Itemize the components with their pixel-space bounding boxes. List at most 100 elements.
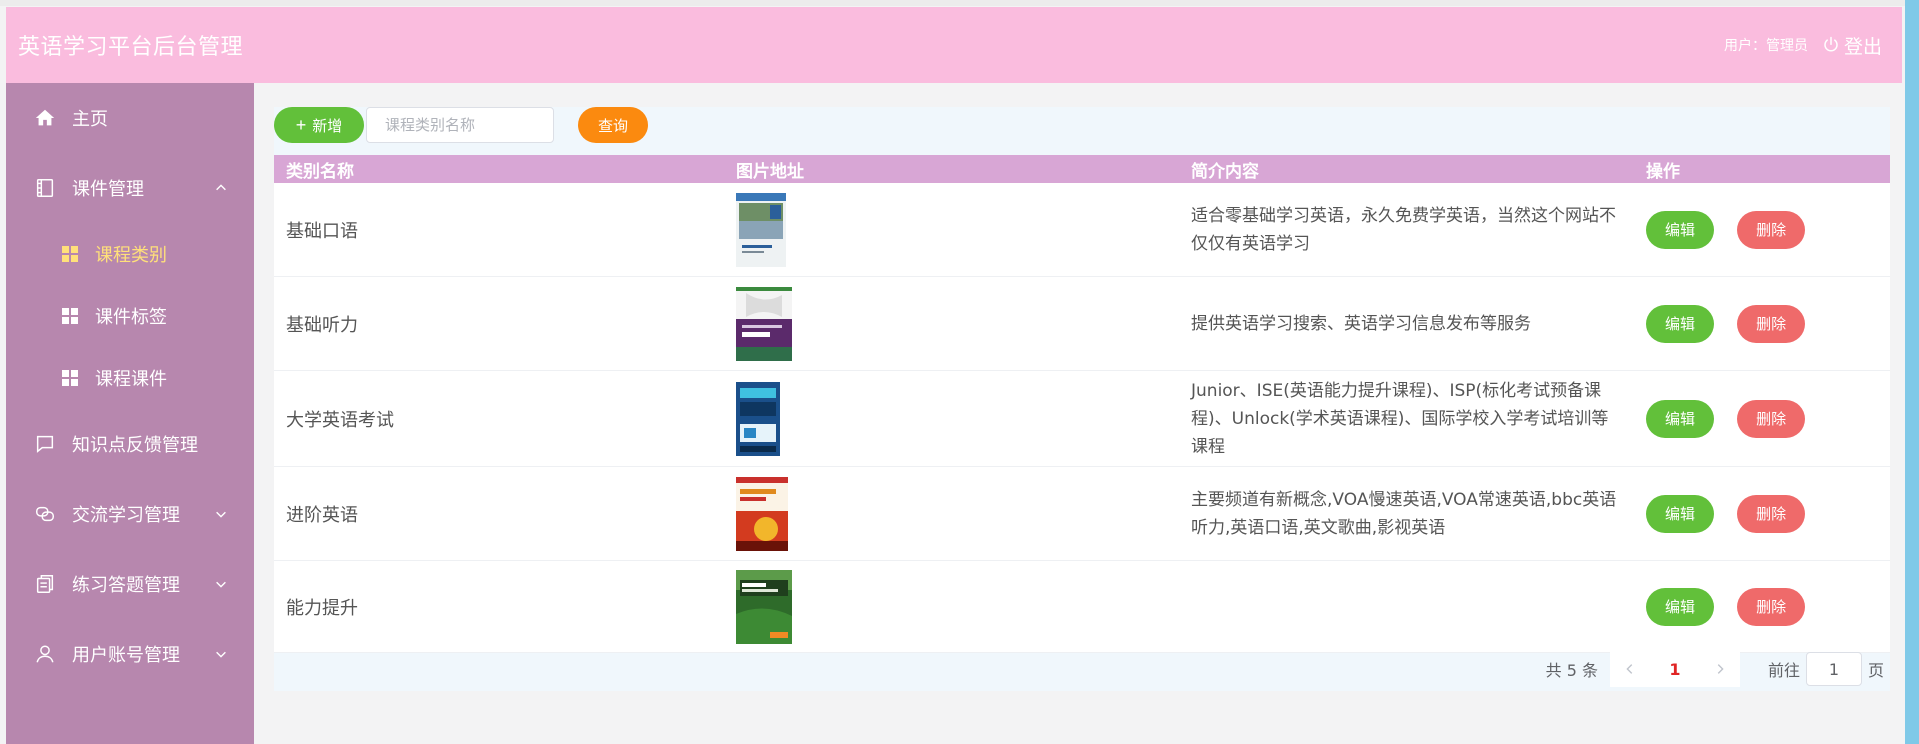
sidebar-item-label: 知识点反馈管理 [72, 435, 198, 456]
chevron-down-icon [214, 507, 228, 521]
category-table: 类别名称 图片地址 简介内容 操作 基础口语 适合零基础学习英语，永久免费学英语… [274, 155, 1890, 653]
category-image-cell [728, 476, 1183, 551]
category-image-cell [728, 569, 1183, 644]
page-jump-input[interactable] [1805, 652, 1862, 686]
delete-button[interactable]: 删除 [1737, 494, 1806, 533]
sidebar-item-course-category[interactable]: 课程类别 [6, 223, 254, 285]
right-edge-bar [1905, 0, 1919, 744]
table-row: 大学英语考试 Junior、ISE(英语能力提升课程)、ISP(标化考试预备课程… [274, 371, 1890, 467]
row-actions: 编辑 删除 [1638, 304, 1890, 343]
power-icon [1824, 36, 1838, 52]
book-cover-thumbnail [736, 286, 792, 361]
category-description: Junior、ISE(英语能力提升课程)、ISP(标化考试预备课程)、Unloc… [1191, 380, 1609, 457]
sidebar-item-users[interactable]: 用户账号管理 [6, 619, 254, 689]
edit-button[interactable]: 编辑 [1646, 210, 1714, 249]
sidebar-item-label: 交流学习管理 [72, 505, 180, 526]
delete-button[interactable]: 删除 [1737, 587, 1806, 626]
home-icon [34, 107, 56, 129]
add-button-label: 新增 [312, 117, 343, 135]
window-top-strip [0, 0, 1919, 6]
plus-icon: + [295, 115, 307, 135]
pagination-total: 共 5 条 [1545, 661, 1598, 680]
current-user-label: 用户：管理员 [1723, 38, 1808, 54]
category-description: 提供英语学习搜索、英语学习信息发布等服务 [1191, 313, 1531, 334]
exchange-icon [34, 503, 56, 525]
book-cover-thumbnail [736, 476, 788, 551]
sidebar-item-courseware-tags[interactable]: 课件标签 [6, 285, 254, 347]
category-name: 能力提升 [286, 597, 358, 619]
row-actions: 编辑 删除 [1638, 399, 1890, 438]
table-header: 类别名称 图片地址 简介内容 操作 [274, 155, 1890, 183]
category-image-cell [728, 192, 1183, 267]
grid-icon [61, 369, 79, 387]
chevron-right-icon [1717, 664, 1724, 674]
table-row: 基础口语 适合零基础学习英语，永久免费学英语，当然这个网站不仅仅有英语学习 编辑… [274, 183, 1890, 277]
sidebar-item-label: 主页 [72, 109, 108, 130]
sidebar-item-exchange[interactable]: 交流学习管理 [6, 479, 254, 549]
column-header-description: 简介内容 [1191, 161, 1259, 182]
chevron-up-icon [214, 181, 228, 195]
user-icon [34, 643, 56, 665]
sidebar-item-home[interactable]: 主页 [6, 83, 254, 153]
category-name: 进阶英语 [286, 504, 358, 526]
sidebar-item-feedback[interactable]: 知识点反馈管理 [6, 409, 254, 479]
grid-icon [61, 307, 79, 325]
next-page-button[interactable] [1699, 651, 1740, 687]
delete-button[interactable]: 删除 [1737, 399, 1806, 438]
sidebar-item-label: 课件标签 [95, 307, 167, 328]
logout-button[interactable]: 登出 [1822, 32, 1882, 59]
row-actions: 编辑 删除 [1638, 587, 1890, 626]
current-page-number[interactable]: 1 [1649, 651, 1700, 687]
edit-button[interactable]: 编辑 [1646, 587, 1714, 626]
table-row: 进阶英语 主要频道有新概念,VOA慢速英语,VOA常速英语,bbc英语听力,英语… [274, 467, 1890, 561]
chat-icon [34, 433, 56, 455]
chevron-down-icon [214, 647, 228, 661]
sidebar-item-courseware[interactable]: 课件管理 [6, 153, 254, 223]
sidebar-item-label: 练习答题管理 [72, 575, 180, 596]
sidebar-item-label: 课件管理 [72, 179, 144, 200]
column-header-image: 图片地址 [736, 161, 804, 182]
delete-button[interactable]: 删除 [1737, 304, 1806, 343]
query-button[interactable]: 查询 [578, 107, 648, 143]
category-name: 大学英语考试 [286, 409, 394, 431]
app-title: 英语学习平台后台管理 [18, 35, 244, 60]
goto-label: 前往 [1767, 661, 1800, 680]
page-unit-label: 页 [1867, 661, 1884, 680]
courseware-icon [34, 177, 56, 199]
category-search-input[interactable] [366, 107, 554, 143]
edit-button[interactable]: 编辑 [1646, 494, 1714, 533]
edit-button[interactable]: 编辑 [1646, 399, 1714, 438]
table-row: 基础听力 提供英语学习搜索、英语学习信息发布等服务 编辑 删除 [274, 277, 1890, 371]
book-cover-thumbnail [736, 192, 786, 267]
category-description: 主要频道有新概念,VOA慢速英语,VOA常速英语,bbc英语听力,英语口语,英文… [1191, 489, 1617, 538]
sidebar: 主页 课件管理 课程类别 课件标签 课程课件 知识点反馈管理 交流学习管理 练习… [6, 83, 254, 744]
book-cover-thumbnail [736, 569, 792, 644]
delete-button[interactable]: 删除 [1737, 210, 1806, 249]
toolbar: + 新增 查询 [274, 107, 1890, 157]
category-name: 基础听力 [286, 314, 358, 336]
row-actions: 编辑 删除 [1638, 494, 1890, 533]
copy-icon [34, 573, 56, 595]
sidebar-item-label: 课程课件 [95, 369, 167, 390]
category-image-cell [728, 381, 1183, 456]
prev-page-button[interactable] [1609, 651, 1650, 687]
app-header: 英语学习平台后台管理 用户：管理员 登出 [6, 7, 1902, 83]
sidebar-item-label: 课程类别 [95, 245, 167, 266]
add-button[interactable]: + 新增 [274, 107, 364, 143]
sidebar-item-label: 用户账号管理 [72, 645, 180, 666]
header-right: 用户：管理员 登出 [1724, 32, 1882, 59]
table-row: 能力提升 编辑 删除 [274, 561, 1890, 653]
category-image-cell [728, 286, 1183, 361]
chevron-down-icon [214, 577, 228, 591]
book-cover-thumbnail [736, 381, 780, 456]
logout-label: 登出 [1843, 35, 1882, 58]
main-panel: + 新增 查询 类别名称 图片地址 简介内容 操作 基础口语 [274, 107, 1890, 691]
row-actions: 编辑 删除 [1638, 210, 1890, 249]
sidebar-item-course-courseware[interactable]: 课程课件 [6, 347, 254, 409]
edit-button[interactable]: 编辑 [1646, 304, 1714, 343]
column-header-actions: 操作 [1646, 161, 1680, 182]
chevron-left-icon [1626, 664, 1633, 674]
sidebar-item-practice[interactable]: 练习答题管理 [6, 549, 254, 619]
pagination: 共 5 条 1 前往 页 [274, 651, 1890, 687]
category-name: 基础口语 [286, 220, 358, 242]
